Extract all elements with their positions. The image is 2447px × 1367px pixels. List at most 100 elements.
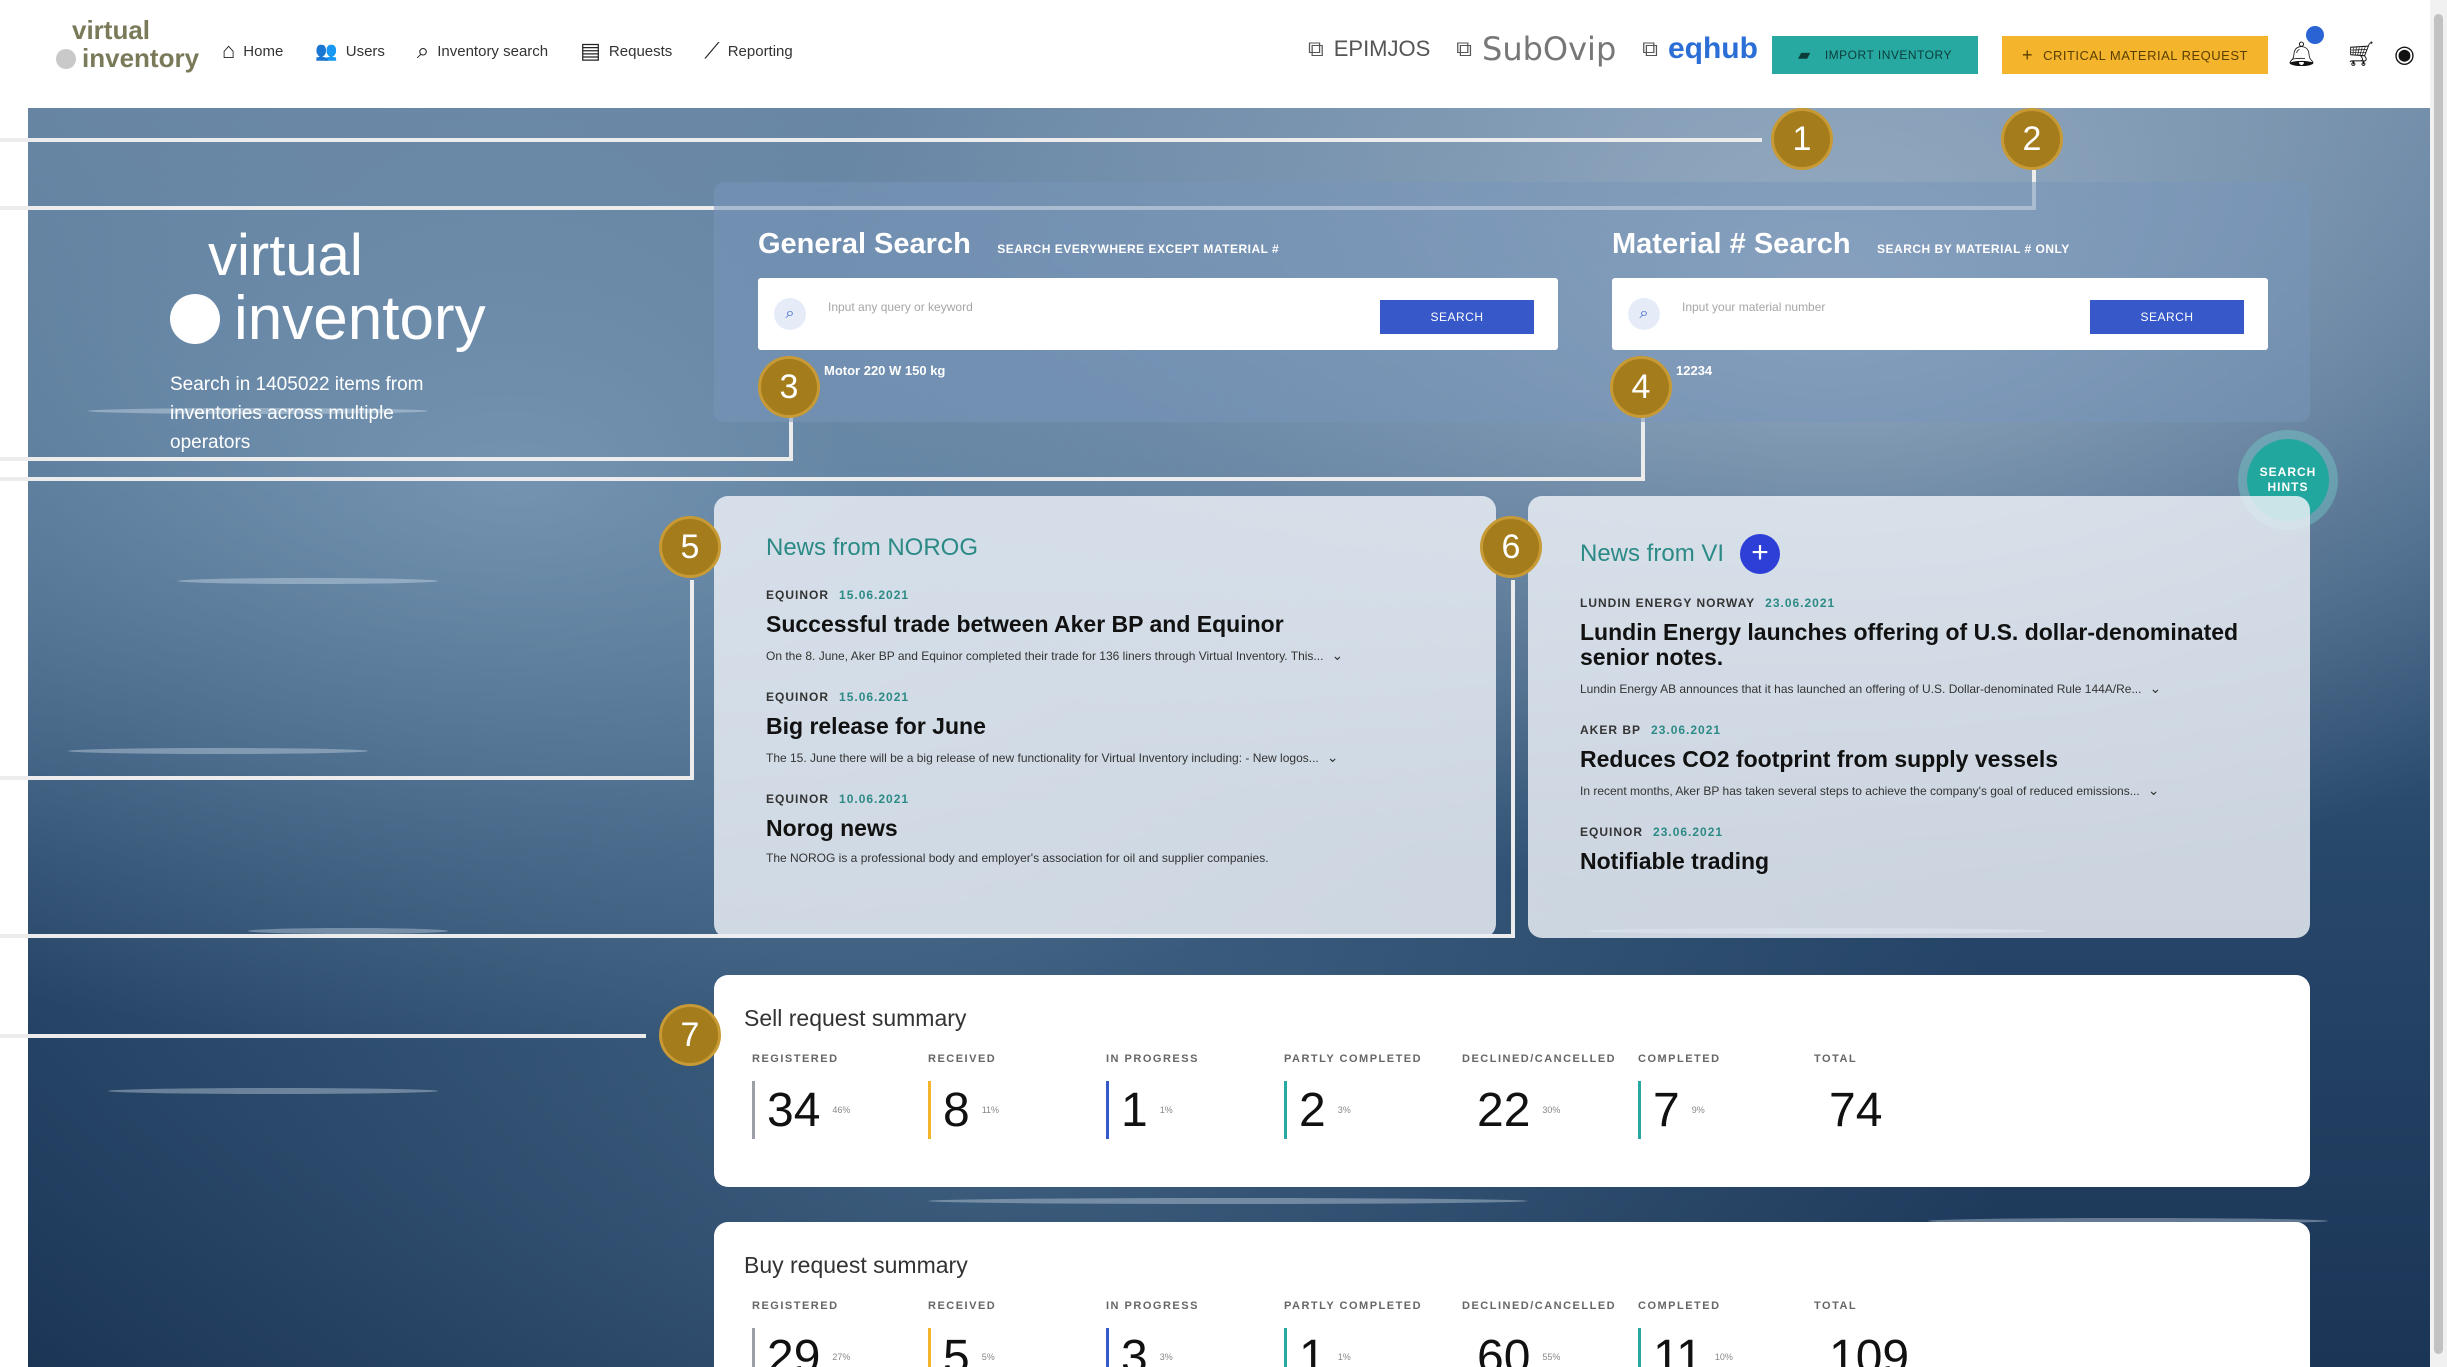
- news-date: 10.06.2021: [839, 792, 910, 806]
- app-logo[interactable]: virtual inventory: [56, 16, 199, 72]
- hero-brand: virtual inventory: [170, 226, 486, 352]
- callout-leader-5: [0, 776, 694, 780]
- import-inventory-button[interactable]: ▰ IMPORT INVENTORY: [1772, 36, 1978, 74]
- news-body-text: On the 8. June, Aker BP and Equinor comp…: [766, 648, 1324, 663]
- news-headline: Lundin Energy launches offering of U.S. …: [1580, 619, 2239, 670]
- news-source: EQUINOR: [766, 792, 830, 806]
- stat-percent: 11%: [981, 1105, 1000, 1115]
- summary-stat-received[interactable]: RECEIVED 8 11%: [928, 1053, 999, 1139]
- nav-users[interactable]: 👥 Users: [315, 38, 385, 64]
- summary-stat-partly-completed[interactable]: PARTLY COMPLETED 2 3%: [1284, 1053, 1422, 1139]
- material-search-example[interactable]: 12234: [1676, 363, 1712, 378]
- import-inventory-label: IMPORT INVENTORY: [1824, 48, 1952, 62]
- summary-stat-total[interactable]: TOTAL 74: [1814, 1053, 1894, 1139]
- general-search-example[interactable]: Motor 220 W 150 kg: [824, 363, 945, 378]
- summary-stat-in-progress[interactable]: IN PROGRESS 3 3%: [1106, 1300, 1199, 1367]
- stat-value: 8: [943, 1083, 970, 1137]
- stat-label: PARTLY COMPLETED: [1284, 1300, 1423, 1312]
- stat-percent: 55%: [1542, 1352, 1561, 1362]
- external-link-epim[interactable]: ⧉ EPIMJOS: [1308, 36, 1430, 62]
- general-search-button[interactable]: SEARCH: [1380, 300, 1534, 334]
- news-date: 15.06.2021: [839, 588, 910, 602]
- callout-marker: 3: [758, 356, 820, 418]
- news-meta: AKER BP 23.06.2021: [1580, 723, 2258, 737]
- summary-stat-completed[interactable]: COMPLETED 11 10%: [1638, 1300, 1733, 1367]
- stat-value-row: 22 30%: [1462, 1081, 1616, 1139]
- general-search-header: General Search SEARCH EVERYWHERE EXCEPT …: [758, 228, 1279, 261]
- external-link-icon: ⧉: [1308, 36, 1324, 61]
- chevron-down-icon[interactable]: ⌄: [1331, 647, 1343, 664]
- external-link-eqhub[interactable]: ⧉ eqhub: [1642, 32, 1758, 66]
- page-scrollbar[interactable]: [2430, 0, 2447, 1367]
- nav-requests-label: Requests: [608, 42, 673, 60]
- news-meta: EQUINOR 10.06.2021: [766, 792, 1444, 806]
- news-item[interactable]: EQUINOR 23.06.2021 Notifiable trading: [1580, 825, 2258, 874]
- add-news-button[interactable]: +: [1740, 534, 1781, 574]
- users-icon: 👥: [315, 40, 338, 61]
- stat-value: 74: [1829, 1083, 1883, 1137]
- news-item[interactable]: EQUINOR 15.06.2021 Successful trade betwe…: [766, 588, 1444, 664]
- material-search-subtitle: SEARCH BY MATERIAL # ONLY: [1877, 242, 2070, 256]
- general-search-input[interactable]: [828, 300, 1228, 314]
- stat-label: TOTAL: [1814, 1053, 1858, 1065]
- stat-value-row: 109: [1814, 1328, 1921, 1367]
- eqhub-logo-text: eqhub: [1667, 32, 1758, 65]
- news-date: 23.06.2021: [1765, 596, 1836, 610]
- material-search-input[interactable]: [1682, 300, 2062, 314]
- general-search-subtitle: SEARCH EVERYWHERE EXCEPT MATERIAL #: [997, 242, 1280, 256]
- stat-value: 5: [943, 1330, 970, 1367]
- stat-label: REGISTERED: [752, 1053, 839, 1065]
- nav-inventory-search[interactable]: ⌕ Inventory search: [417, 38, 548, 64]
- callout-leader-4: [0, 477, 1645, 481]
- summary-stat-completed[interactable]: COMPLETED 7 9%: [1638, 1053, 1721, 1139]
- nav-home[interactable]: ⌂ Home: [222, 38, 283, 64]
- summary-stat-partly-completed[interactable]: PARTLY COMPLETED 1 1%: [1284, 1300, 1422, 1367]
- stat-value-row: 7 9%: [1638, 1081, 1721, 1139]
- search-icon: ⌕: [774, 298, 806, 330]
- wave-decoration: [68, 748, 368, 754]
- external-link-subo[interactable]: ⧉ SubOvip: [1456, 30, 1616, 68]
- chevron-down-icon[interactable]: ⌄: [2149, 680, 2161, 697]
- account-icon[interactable]: ◉: [2394, 40, 2415, 69]
- stat-percent: 1%: [1159, 1105, 1173, 1115]
- summary-stat-in-progress[interactable]: IN PROGRESS 1 1%: [1106, 1053, 1199, 1139]
- cart-icon[interactable]: 🛒︎: [2346, 40, 2376, 69]
- summary-stat-registered[interactable]: REGISTERED 29 27%: [752, 1300, 850, 1367]
- stat-value: 11: [1653, 1330, 1703, 1367]
- news-item[interactable]: EQUINOR 15.06.2021 Big release for June T…: [766, 690, 1444, 766]
- top-navigation-bar: virtual inventory ⌂ Home 👥 Users ⌕ Inventor…: [0, 0, 2447, 108]
- chevron-down-icon[interactable]: ⌄: [1327, 749, 1339, 766]
- summary-stat-declined-cancelled[interactable]: DECLINED/CANCELLED 60 55%: [1462, 1300, 1616, 1367]
- summary-stat-declined-cancelled[interactable]: DECLINED/CANCELLED 22 30%: [1462, 1053, 1616, 1139]
- news-headline: Notifiable trading: [1580, 848, 1770, 874]
- news-source: AKER BP: [1580, 723, 1642, 737]
- news-body-text: The 15. June there will be a big release…: [766, 750, 1319, 765]
- news-meta: EQUINOR 15.06.2021: [766, 690, 1444, 704]
- nav-requests[interactable]: ▤ Requests: [580, 38, 672, 64]
- chevron-down-icon[interactable]: ⌄: [2148, 782, 2160, 799]
- stat-label: COMPLETED: [1638, 1300, 1721, 1312]
- summary-stat-received[interactable]: RECEIVED 5 5%: [928, 1300, 996, 1367]
- news-item[interactable]: EQUINOR 10.06.2021 Norog news The NOROG i…: [766, 792, 1444, 865]
- stat-percent: 30%: [1542, 1105, 1561, 1115]
- material-search-button[interactable]: SEARCH: [2090, 300, 2244, 334]
- news-item[interactable]: LUNDIN ENERGY NORWAY 23.06.2021 Lundin En…: [1580, 596, 2258, 697]
- subo-logo-text: SubOvip: [1482, 30, 1617, 68]
- search-icon: ⌕: [1628, 298, 1660, 330]
- scrollbar-thumb[interactable]: [2434, 14, 2443, 1354]
- news-body-text: Lundin Energy AB announces that it has l…: [1580, 681, 2142, 696]
- brand-disc-icon: [170, 294, 220, 344]
- bell-icon[interactable]: 🔔︎: [2286, 40, 2316, 69]
- summary-stat-registered[interactable]: REGISTERED 34 46%: [752, 1053, 850, 1139]
- critical-material-request-button[interactable]: + CRITICAL MATERIAL REQUEST: [2002, 36, 2268, 74]
- callout-leader-7: [0, 1034, 646, 1038]
- stat-value-row: 1 1%: [1284, 1328, 1422, 1367]
- stat-value: 29: [767, 1330, 821, 1367]
- news-headline: Norog news: [766, 815, 898, 841]
- external-links: ⧉ EPIMJOS ⧉ SubOvip ⧉ eqhub: [1308, 30, 1758, 68]
- stat-percent: 1%: [1337, 1352, 1351, 1362]
- stat-value: 2: [1299, 1083, 1326, 1137]
- summary-stat-total[interactable]: TOTAL 109: [1814, 1300, 1921, 1367]
- nav-reporting[interactable]: ⟋ Reporting: [704, 38, 792, 64]
- news-item[interactable]: AKER BP 23.06.2021 Reduces CO2 footprint …: [1580, 723, 2258, 799]
